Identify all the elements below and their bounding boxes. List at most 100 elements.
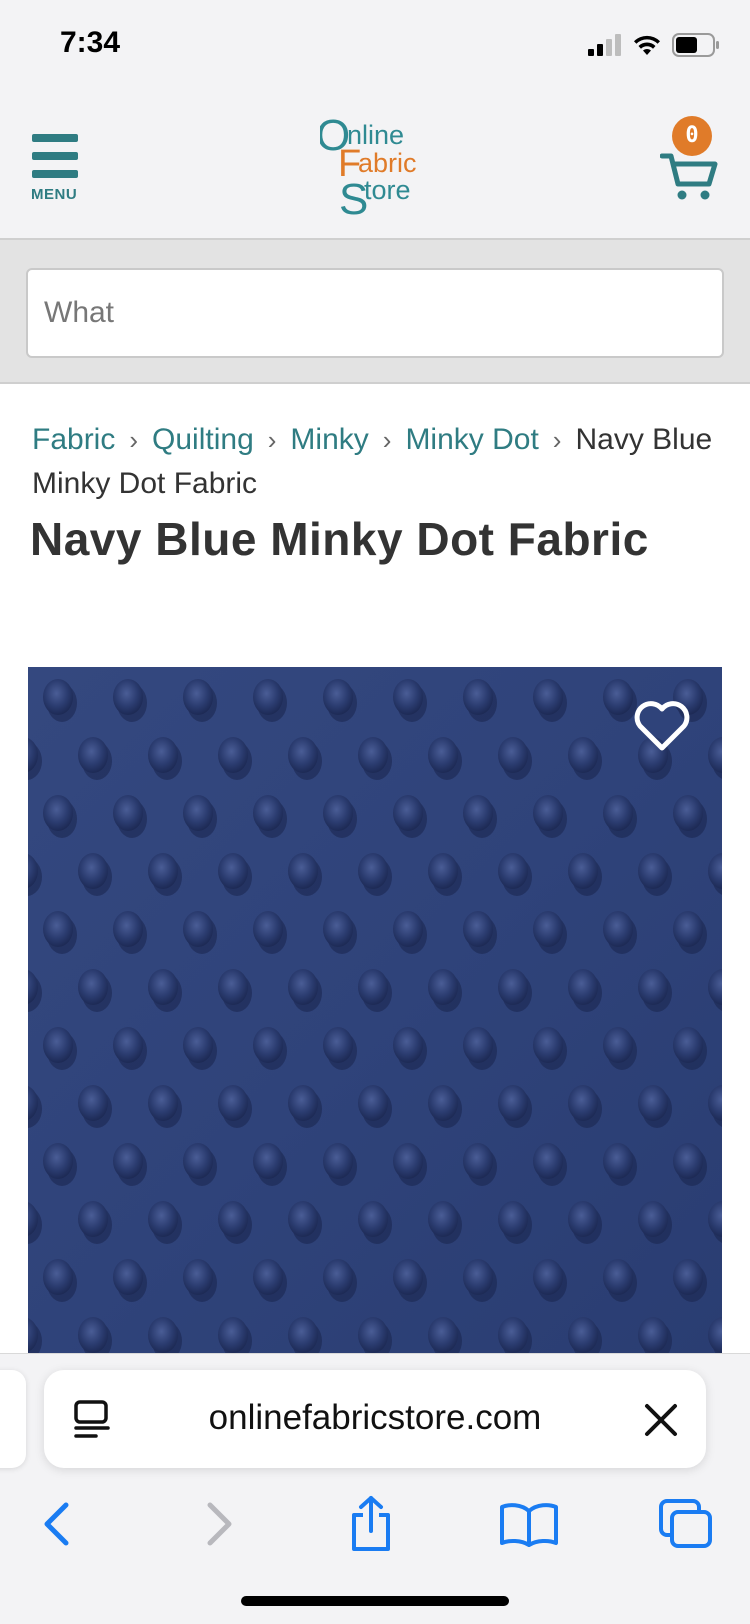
- book-icon: [500, 1503, 558, 1547]
- fabric-dot: [393, 795, 423, 831]
- fabric-dot: [568, 1201, 598, 1237]
- fabric-dot: [498, 853, 528, 889]
- fabric-dot: [568, 737, 598, 773]
- fabric-dot: [358, 853, 388, 889]
- fabric-dot: [568, 1085, 598, 1121]
- fabric-dot: [288, 1201, 318, 1237]
- fabric-dot: [288, 853, 318, 889]
- fabric-dot: [218, 853, 248, 889]
- fabric-dot: [78, 1085, 108, 1121]
- fabric-dot: [148, 853, 178, 889]
- fabric-texture: [28, 667, 722, 1357]
- favorite-heart-icon[interactable]: [632, 700, 692, 752]
- browser-toolbar: [0, 1484, 750, 1564]
- fabric-dot: [43, 795, 73, 831]
- svg-text:abric: abric: [358, 148, 417, 178]
- breadcrumb-minky-dot[interactable]: Minky Dot: [405, 423, 538, 456]
- status-bar: 7:34: [0, 0, 750, 90]
- fabric-dot: [428, 737, 458, 773]
- fabric-dot: [253, 911, 283, 947]
- fabric-dot: [43, 911, 73, 947]
- close-icon[interactable]: [644, 1403, 678, 1437]
- fabric-dot: [43, 1259, 73, 1295]
- battery-icon: [672, 33, 719, 57]
- fabric-dot: [78, 1201, 108, 1237]
- fabric-dot: [533, 679, 563, 715]
- fabric-dot: [78, 737, 108, 773]
- fabric-dot: [288, 737, 318, 773]
- fabric-dot: [358, 1201, 388, 1237]
- url-text: onlinefabricstore.com: [208, 1398, 542, 1437]
- share-icon: [352, 1496, 390, 1551]
- fabric-dot: [428, 853, 458, 889]
- breadcrumb-minky[interactable]: Minky: [290, 423, 368, 456]
- fabric-dot: [393, 1027, 423, 1063]
- fabric-dot: [43, 679, 73, 715]
- fabric-dot: [323, 1259, 353, 1295]
- bookmarks-button[interactable]: [498, 1484, 560, 1564]
- product-image[interactable]: [28, 667, 722, 1357]
- fabric-dot: [638, 969, 668, 1005]
- share-button[interactable]: [346, 1484, 396, 1564]
- cellular-signal-icon: [588, 34, 621, 56]
- forward-button[interactable]: [200, 1484, 240, 1564]
- fabric-dot: [218, 1085, 248, 1121]
- fabric-dot: [498, 1317, 528, 1353]
- tabs-button[interactable]: [656, 1484, 716, 1564]
- fabric-dot: [463, 1027, 493, 1063]
- fabric-dot: [288, 969, 318, 1005]
- breadcrumb-separator: ›: [382, 425, 392, 455]
- previous-tab-peek[interactable]: [0, 1370, 26, 1468]
- fabric-dot: [78, 853, 108, 889]
- fabric-dot: [603, 911, 633, 947]
- fabric-dot: [183, 1143, 213, 1179]
- fabric-dot: [288, 1317, 318, 1353]
- fabric-dot: [603, 1259, 633, 1295]
- fabric-dot: [148, 1201, 178, 1237]
- fabric-dot: [428, 1317, 458, 1353]
- cart-button[interactable]: 0: [660, 116, 730, 206]
- fabric-dot: [568, 969, 598, 1005]
- status-time: 7:34: [60, 26, 121, 59]
- address-bar[interactable]: onlinefabricstore.com: [44, 1370, 706, 1468]
- fabric-dot: [638, 1085, 668, 1121]
- fabric-dot: [498, 969, 528, 1005]
- browser-bottom-bar: onlinefabricstore.com: [0, 1353, 750, 1624]
- fabric-dot: [463, 795, 493, 831]
- fabric-dot: [148, 737, 178, 773]
- fabric-dot: [673, 1027, 703, 1063]
- fabric-dot: [603, 1027, 633, 1063]
- site-logo[interactable]: O nline F abric S tore: [320, 110, 440, 220]
- fabric-dot: [218, 1201, 248, 1237]
- fabric-dot: [638, 1201, 668, 1237]
- breadcrumb-quilting[interactable]: Quilting: [152, 423, 254, 456]
- fabric-dot: [253, 1259, 283, 1295]
- menu-button[interactable]: MENU: [30, 134, 80, 203]
- breadcrumb-fabric[interactable]: Fabric: [32, 423, 115, 456]
- breadcrumb-separator: ›: [129, 425, 139, 455]
- search-input[interactable]: [26, 268, 724, 358]
- fabric-dot: [358, 969, 388, 1005]
- fabric-dot: [533, 1259, 563, 1295]
- fabric-dot: [218, 737, 248, 773]
- fabric-dot: [148, 1317, 178, 1353]
- fabric-dot: [393, 1143, 423, 1179]
- fabric-dot: [428, 1085, 458, 1121]
- fabric-dot: [498, 737, 528, 773]
- main-content: Fabric › Quilting › Minky › Minky Dot › Navy Blu…: [0, 384, 750, 1357]
- back-button[interactable]: [36, 1484, 76, 1564]
- fabric-dot: [323, 911, 353, 947]
- fabric-dot: [358, 1317, 388, 1353]
- fabric-dot: [253, 1143, 283, 1179]
- status-icons: [588, 32, 720, 58]
- fabric-dot: [568, 853, 598, 889]
- fabric-dot: [603, 795, 633, 831]
- fabric-dot: [78, 1317, 108, 1353]
- breadcrumb: Fabric › Quilting › Minky › Minky Dot › Navy Blu…: [32, 418, 722, 506]
- fabric-dot: [253, 1027, 283, 1063]
- svg-text:tore: tore: [364, 175, 411, 205]
- fabric-dot: [463, 911, 493, 947]
- cart-icon: [660, 153, 718, 200]
- hamburger-icon: [32, 134, 78, 142]
- fabric-dot: [323, 1027, 353, 1063]
